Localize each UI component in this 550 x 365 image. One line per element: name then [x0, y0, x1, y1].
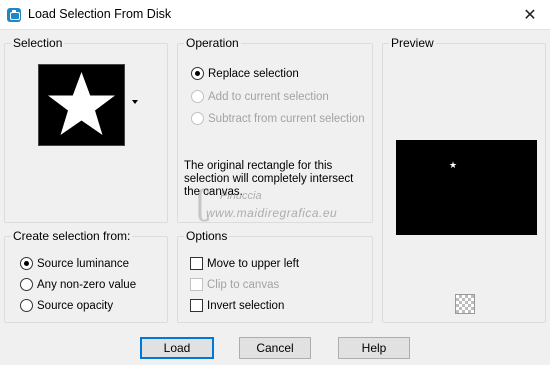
- help-button[interactable]: Help: [338, 337, 410, 359]
- checkbox-label: Move to upper left: [207, 258, 300, 270]
- app-icon: [7, 8, 21, 22]
- radio-button: [191, 90, 204, 103]
- radio-label: Replace selection: [208, 68, 299, 80]
- selection-thumbnail[interactable]: [38, 64, 125, 146]
- preview-group: Preview ★: [382, 36, 546, 323]
- radio-button[interactable]: [191, 67, 204, 80]
- intersection-info-text: The original rectangle for this selectio…: [184, 160, 354, 198]
- selection-group-label: Selection: [11, 36, 65, 50]
- load-button[interactable]: Load: [140, 337, 214, 359]
- window-title: Load Selection From Disk: [28, 7, 172, 21]
- radio-button[interactable]: [20, 299, 33, 312]
- radio-label: Source luminance: [37, 258, 130, 270]
- options-group-label: Options: [184, 229, 230, 243]
- star-icon: ★: [449, 161, 458, 171]
- radio-label: Any non-zero value: [37, 279, 137, 291]
- radio-button[interactable]: [20, 257, 33, 270]
- options-group: Options Move to upper left Clip to canva…: [177, 229, 373, 323]
- radio-button: [191, 112, 204, 125]
- operation-group-label: Operation: [184, 36, 241, 50]
- checkerboard-icon[interactable]: [455, 294, 475, 314]
- create-selection-group-label: Create selection from:: [11, 229, 133, 243]
- close-icon[interactable]: ✕: [510, 0, 550, 30]
- create-selection-group: Create selection from: Source luminance …: [4, 229, 168, 323]
- checkbox-label: Invert selection: [207, 300, 285, 312]
- preview-canvas: ★: [396, 140, 537, 235]
- radio-label: Subtract from current selection: [208, 113, 365, 125]
- selection-group: Selection: [4, 36, 168, 223]
- chevron-down-icon[interactable]: [132, 100, 138, 104]
- cancel-button[interactable]: Cancel: [239, 337, 311, 359]
- operation-group: Operation Replace selection Add to curre…: [177, 36, 373, 223]
- star-icon: [48, 72, 115, 135]
- checkbox: [190, 278, 203, 291]
- checkbox[interactable]: [190, 299, 203, 312]
- preview-group-label: Preview: [389, 36, 436, 50]
- radio-button[interactable]: [20, 278, 33, 291]
- title-bar: Load Selection From Disk ✕: [0, 0, 550, 30]
- checkbox[interactable]: [190, 257, 203, 270]
- radio-label: Source opacity: [37, 300, 114, 312]
- radio-label: Add to current selection: [208, 91, 329, 103]
- checkbox-label: Clip to canvas: [207, 279, 280, 291]
